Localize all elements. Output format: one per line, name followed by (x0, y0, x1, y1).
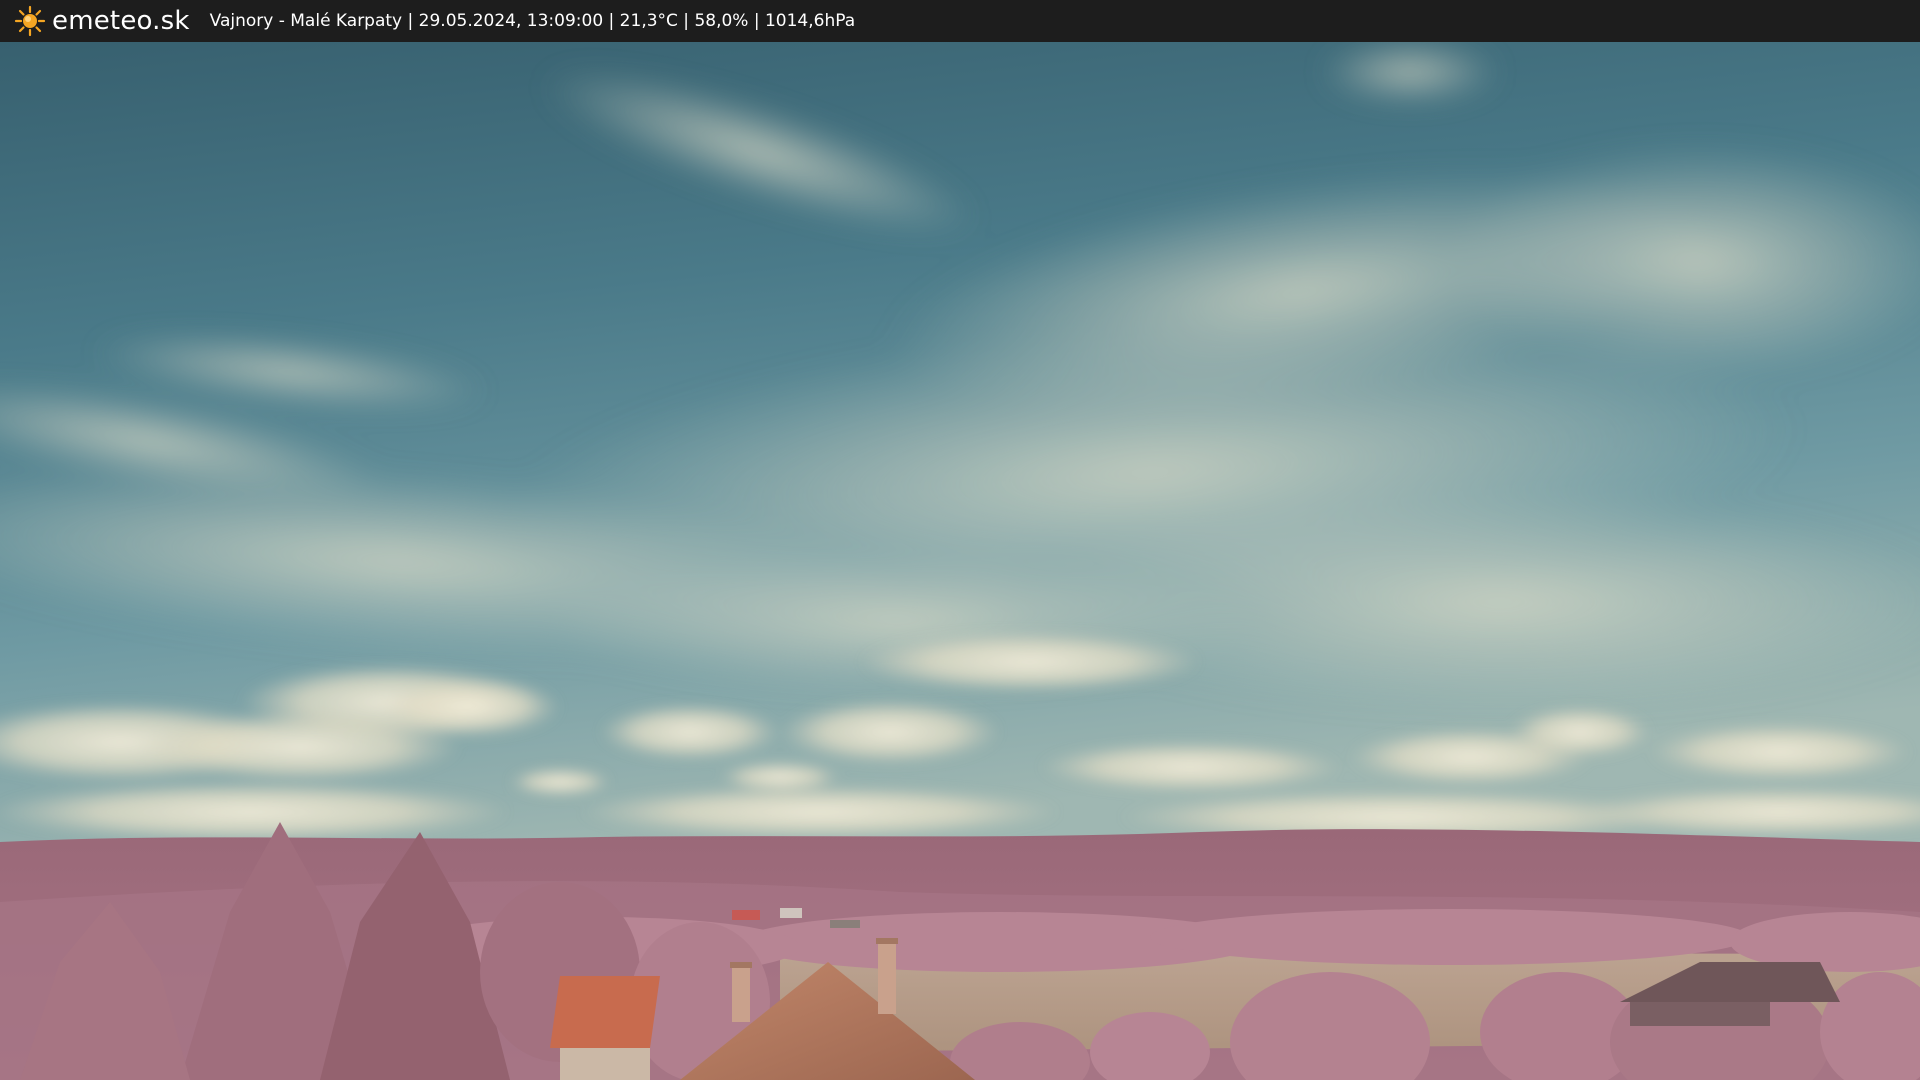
emeteo-logo[interactable]: emeteo.sk (14, 5, 190, 37)
camera-scene (0, 42, 1920, 1080)
camera-image (0, 42, 1920, 1080)
station-caption: Vajnory - Malé Karpaty | 29.05.2024, 13:… (209, 11, 856, 31)
info-bar: emeteo.sk Vajnory - Malé Karpaty | 29.05… (0, 0, 1920, 42)
sun-icon (14, 5, 46, 37)
house-left (550, 976, 660, 1080)
logo-text: emeteo.sk (52, 6, 190, 36)
webcam-view: emeteo.sk Vajnory - Malé Karpaty | 29.05… (0, 0, 1920, 1080)
